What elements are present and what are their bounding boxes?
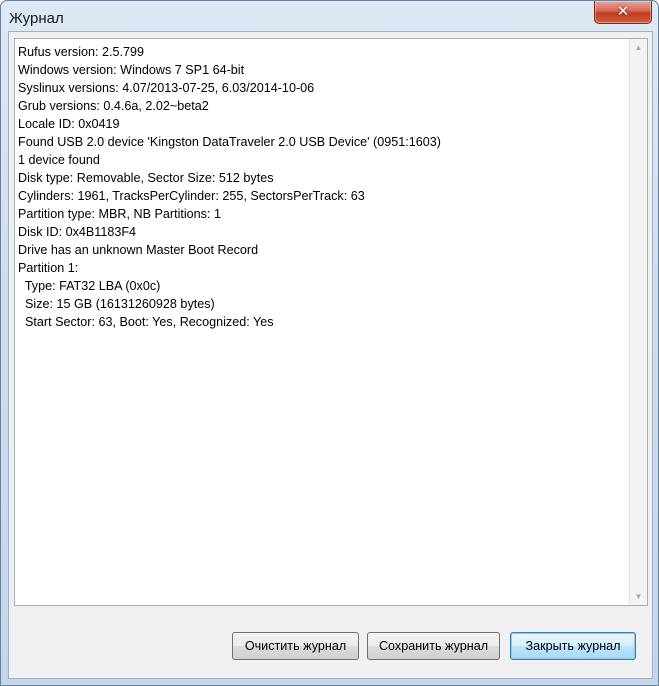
- scroll-up-arrow-icon[interactable]: ▲: [630, 39, 647, 56]
- close-log-button[interactable]: Закрыть журнал: [510, 632, 636, 660]
- log-line: Partition 1:: [18, 261, 79, 275]
- scroll-down-arrow-icon[interactable]: ▼: [630, 588, 647, 605]
- save-log-button[interactable]: Сохранить журнал: [367, 632, 500, 660]
- log-textarea[interactable]: Rufus version: 2.5.799 Windows version: W…: [14, 38, 648, 606]
- log-line: Rufus version: 2.5.799: [18, 45, 145, 59]
- dialog-client-area: Rufus version: 2.5.799 Windows version: W…: [8, 31, 653, 679]
- log-line: Size: 15 GB (16131260928 bytes): [18, 297, 215, 311]
- log-line: Locale ID: 0x0419: [18, 117, 120, 131]
- title-bar[interactable]: Журнал ✕: [1, 1, 658, 31]
- log-line: Start Sector: 63, Boot: Yes, Recognized:…: [18, 315, 274, 329]
- log-line: Disk type: Removable, Sector Size: 512 b…: [18, 171, 274, 185]
- log-line: Grub versions: 0.4.6a, 2.02~beta2: [18, 99, 209, 113]
- log-text: Rufus version: 2.5.799 Windows version: W…: [18, 43, 623, 331]
- close-icon: ✕: [616, 2, 630, 20]
- log-line: 1 device found: [18, 153, 100, 167]
- clear-log-button[interactable]: Очистить журнал: [232, 632, 359, 660]
- log-line: Type: FAT32 LBA (0x0c): [18, 279, 161, 293]
- log-line: Disk ID: 0x4B1183F4: [18, 225, 137, 239]
- log-line: Drive has an unknown Master Boot Record: [18, 243, 259, 257]
- log-line: Partition type: MBR, NB Partitions: 1: [18, 207, 221, 221]
- log-line: Windows version: Windows 7 SP1 64-bit: [18, 63, 245, 77]
- log-dialog: Журнал ✕ Rufus version: 2.5.799 Windows v…: [0, 0, 659, 686]
- window-title: Журнал: [9, 10, 64, 27]
- vertical-scrollbar[interactable]: ▲ ▼: [629, 39, 647, 605]
- log-line: Found USB 2.0 device 'Kingston DataTrave…: [18, 135, 441, 149]
- log-line: Cylinders: 1961, TracksPerCylinder: 255,…: [18, 189, 365, 203]
- log-line: Syslinux versions: 4.07/2013-07-25, 6.03…: [18, 81, 315, 95]
- window-close-button[interactable]: ✕: [594, 1, 652, 24]
